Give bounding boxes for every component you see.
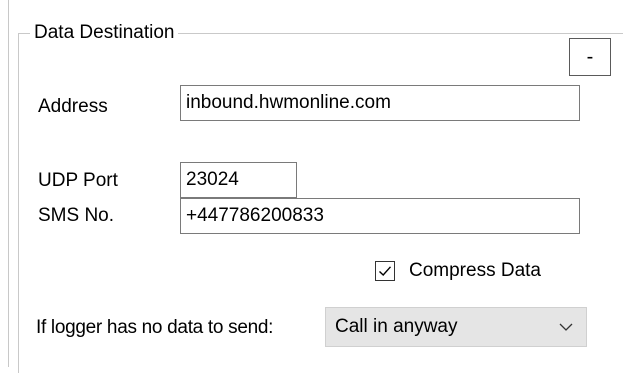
panel-left-edge [8, 0, 9, 367]
udp-port-label: UDP Port [38, 170, 118, 191]
chevron-down-icon [559, 323, 573, 331]
udp-port-input[interactable]: 23024 [180, 162, 297, 198]
address-input[interactable]: inbound.hwmonline.com [180, 85, 580, 121]
checkmark-icon [379, 266, 392, 277]
address-label: Address [38, 96, 108, 117]
compress-data-checkbox[interactable]: Compress Data [375, 258, 541, 284]
checkbox-box[interactable] [375, 261, 395, 281]
collapse-button[interactable]: - [569, 38, 611, 76]
groupbox-title: Data Destination [30, 21, 179, 45]
dropdown-selected-value: Call in anyway [335, 316, 458, 337]
sms-no-input[interactable]: +447786200833 [180, 198, 580, 234]
sms-no-label: SMS No. [38, 205, 115, 226]
no-data-label: If logger has no data to send: [36, 317, 274, 338]
no-data-action-dropdown[interactable]: Call in anyway [325, 307, 587, 347]
compress-data-label: Compress Data [409, 260, 541, 281]
